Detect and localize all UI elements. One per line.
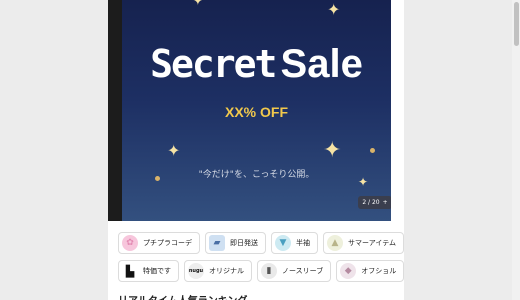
ranking-section-title: リアルタイム人気ランキング: [118, 292, 247, 300]
chip-label: プチプラコーデ: [143, 239, 192, 247]
pager-next-icon[interactable]: +: [383, 199, 388, 206]
banner-title: Secret Sale: [122, 42, 391, 87]
category-chip-special-price[interactable]: ▙ 特価です: [118, 260, 179, 282]
main-page: ✦ ✦ ✦ ✦ ✦ Secret Sale XX% OFF "今だけ"を、こっそ…: [108, 0, 404, 300]
off-shoulder-icon: ◆: [340, 263, 357, 279]
summer-item-icon: ▲: [327, 235, 343, 251]
title-sale: Sale: [280, 42, 363, 86]
category-row-2: ▙ 特価です nugu オリジナル ▮ ノースリーブ ◆ オフショル ▮: [118, 260, 404, 282]
category-chip-petit-price[interactable]: ✿ プチプラコーデ: [118, 232, 200, 254]
category-chip-sleeveless[interactable]: ▮ ノースリーブ: [257, 260, 332, 282]
chip-label: 半袖: [296, 239, 310, 247]
category-chip-off-shoulder[interactable]: ◆ オフショル: [336, 260, 404, 282]
chip-label: 特価です: [143, 267, 171, 275]
pager-count: 2 / 20: [362, 199, 380, 206]
sleeveless-icon: ▮: [261, 263, 277, 279]
tshirt-icon: ▼: [275, 235, 291, 251]
category-chip-summer[interactable]: ▲ サマーアイテム: [323, 232, 404, 254]
secret-sale-banner[interactable]: ✦ ✦ ✦ ✦ ✦ Secret Sale XX% OFF "今だけ"を、こっそ…: [122, 0, 391, 221]
sale-banner-carousel[interactable]: ✦ ✦ ✦ ✦ ✦ Secret Sale XX% OFF "今だけ"を、こっそ…: [108, 0, 404, 221]
sparkle-icon: ✦: [167, 141, 181, 160]
sparkle-icon: ✦: [192, 0, 204, 9]
category-row-1: ✿ プチプラコーデ ▰ 即日発送 ▼ 半袖 ▲ サマーアイテム ▮: [118, 232, 404, 254]
pink-circle-icon: ✿: [122, 235, 138, 251]
previous-slide-edge[interactable]: [108, 0, 122, 221]
sparkle-icon: ✦: [323, 138, 342, 163]
nugu-logo-icon: nugu: [188, 263, 204, 279]
sparkle-dot: [370, 148, 375, 153]
sparkle-icon: ✦: [327, 0, 341, 19]
category-chip-short-sleeve[interactable]: ▼ 半袖: [271, 232, 318, 254]
truck-icon: ▰: [209, 235, 225, 251]
next-slide-edge[interactable]: [391, 0, 404, 221]
chip-label: サマーアイテム: [348, 239, 397, 247]
category-chip-original[interactable]: nugu オリジナル: [184, 260, 252, 282]
chip-label: オリジナル: [209, 267, 244, 275]
chip-label: ノースリーブ: [282, 267, 324, 275]
chip-label: オフショル: [361, 267, 397, 275]
slide-pager[interactable]: 2 / 20 +: [358, 196, 391, 209]
nugu-logo-text: nugu: [188, 268, 204, 274]
page-scrollbar[interactable]: [512, 0, 520, 300]
scrollbar-thumb[interactable]: [514, 2, 519, 46]
title-secret: Secret: [150, 42, 277, 86]
banner-subtext: "今だけ"を、こっそり公開。: [198, 170, 315, 180]
category-chip-same-day[interactable]: ▰ 即日発送: [205, 232, 266, 254]
discount-text: XX% OFF: [224, 104, 288, 120]
price-tag-icon: ▙: [122, 263, 138, 279]
chip-label: 即日発送: [230, 239, 258, 247]
